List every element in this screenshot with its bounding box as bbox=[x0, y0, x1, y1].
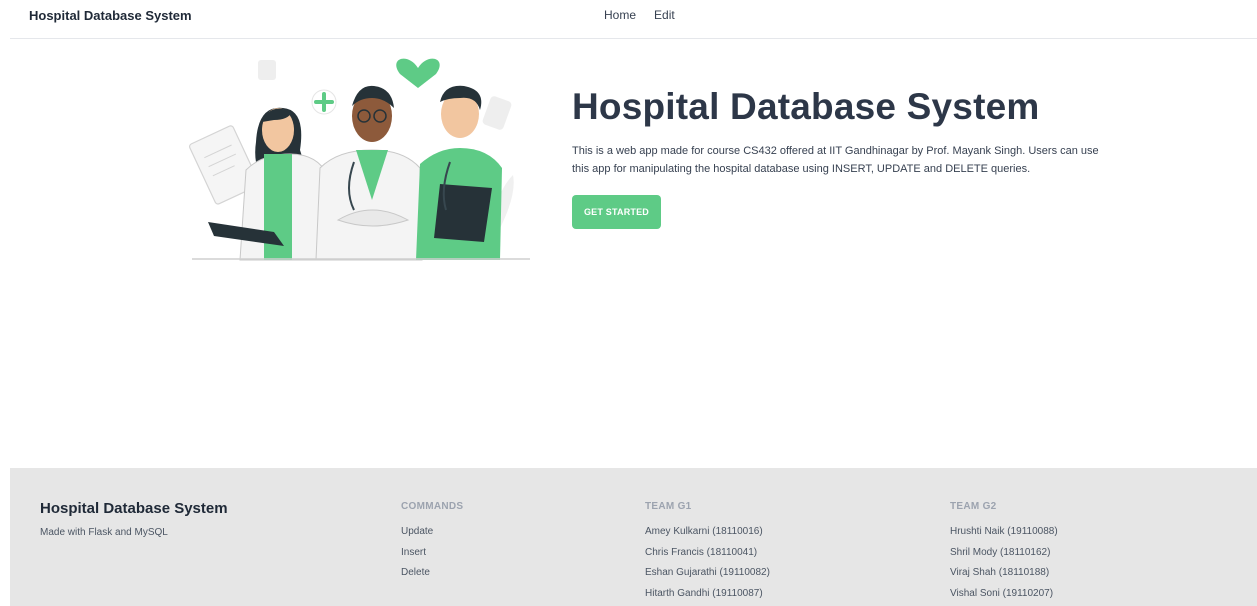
team-member: Amey Kulkarni (18110016) bbox=[645, 526, 763, 537]
command-delete-link[interactable]: Delete bbox=[401, 567, 463, 588]
team-member: Vishal Soni (19110207) bbox=[950, 587, 1054, 599]
footer-team-g1: TEAM G1 Amey Kulkarni (18110016) Chris F… bbox=[645, 501, 770, 606]
command-update-link[interactable]: Update bbox=[401, 526, 463, 547]
team-g2-heading: TEAM G2 bbox=[950, 501, 997, 512]
team-member: Chris Francis (18110041) bbox=[645, 546, 758, 558]
nav-links: Home Edit bbox=[604, 8, 675, 22]
footer-brand: Hospital Database System bbox=[40, 500, 228, 517]
navbar-divider bbox=[10, 38, 1257, 39]
footer: Hospital Database System Made with Flask… bbox=[10, 468, 1257, 606]
command-insert-link[interactable]: Insert bbox=[401, 547, 463, 568]
hero-illustration bbox=[189, 58, 530, 261]
team-member: Shril Mody (18110162) bbox=[950, 546, 1051, 558]
footer-team-g2: TEAM G2 Hrushti Naik (19110088) Shril Mo… bbox=[950, 501, 1058, 606]
footer-commands: COMMANDS Update Insert Delete bbox=[401, 501, 463, 588]
team-member: Hrushti Naik (19110088) bbox=[950, 526, 1058, 537]
hero-description: This is a web app made for course CS432 … bbox=[572, 145, 1099, 175]
nav-link-edit[interactable]: Edit bbox=[654, 8, 675, 22]
nav-link-home[interactable]: Home bbox=[604, 8, 636, 22]
commands-heading: COMMANDS bbox=[401, 501, 464, 512]
team-member: Viraj Shah (18110188) bbox=[950, 567, 1050, 578]
navbar-brand[interactable]: Hospital Database System bbox=[29, 8, 192, 23]
team-g1-heading: TEAM G1 bbox=[645, 501, 692, 512]
get-started-button[interactable]: GET STARTED bbox=[572, 195, 661, 229]
hero-title: Hospital Database System bbox=[572, 86, 1040, 127]
team-member: Eshan Gujarathi (19110082) bbox=[645, 567, 770, 578]
navbar: Hospital Database System Home Edit bbox=[0, 0, 1257, 39]
footer-tagline: Made with Flask and MySQL bbox=[40, 527, 168, 538]
team-member: Hitarth Gandhi (19110087) bbox=[645, 587, 763, 599]
